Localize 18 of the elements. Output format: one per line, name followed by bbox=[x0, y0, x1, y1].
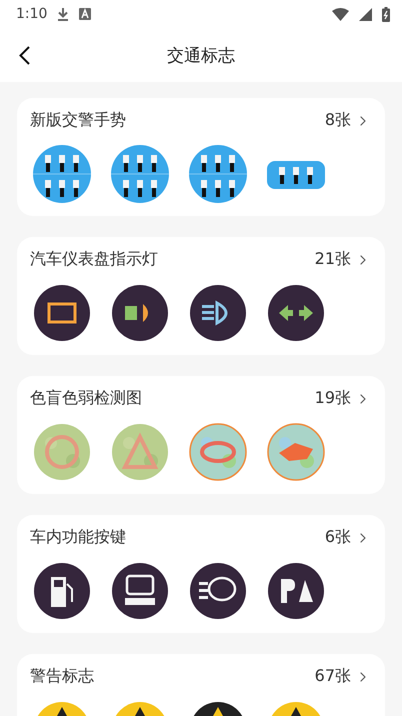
notification-icon bbox=[79, 8, 92, 20]
count-link[interactable]: 19张 bbox=[314, 388, 371, 409]
battery-icon bbox=[382, 6, 390, 22]
count-link[interactable]: 21张 bbox=[314, 249, 371, 270]
signal-icon bbox=[359, 8, 372, 20]
download-icon bbox=[57, 7, 70, 21]
status-time: 1:10 bbox=[16, 6, 48, 22]
category-title: 汽车仪表盘指示灯 bbox=[30, 249, 158, 270]
count-link[interactable]: 8张 bbox=[324, 110, 371, 131]
count-link[interactable]: 67张 bbox=[314, 666, 371, 687]
back-icon[interactable] bbox=[18, 46, 30, 64]
category-title: 色盲色弱检测图 bbox=[30, 388, 142, 409]
count-link[interactable]: 6张 bbox=[324, 527, 371, 548]
category-title: 新版交警手势 bbox=[30, 110, 126, 131]
wifi-icon bbox=[332, 8, 349, 20]
category-title: 警告标志 bbox=[30, 666, 94, 687]
category-title: 车内功能按键 bbox=[30, 527, 126, 548]
page-title: 交通标志 bbox=[167, 44, 235, 66]
